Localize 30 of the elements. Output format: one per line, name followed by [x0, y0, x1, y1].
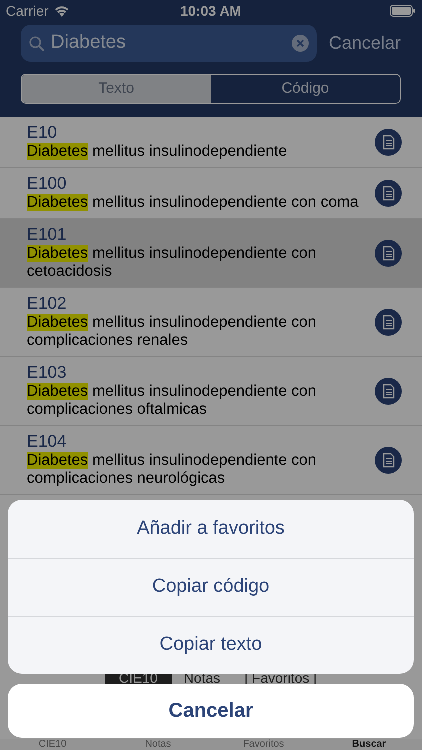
document-icon[interactable] [375, 240, 402, 266]
cancel-button[interactable]: Cancelar [328, 30, 401, 57]
result-row[interactable]: E101 Diabetes mellitus insulinodependiente con cetoacidosis [0, 219, 422, 288]
result-code: E100 [27, 174, 68, 194]
result-code: E102 [27, 294, 68, 314]
document-icon[interactable] [375, 180, 402, 206]
tab-bar-item[interactable]: Buscar [316, 739, 422, 750]
battery-icon [390, 5, 416, 17]
clock-time: 10:03 AM [180, 2, 242, 20]
cancel-button[interactable]: Cancelar [8, 684, 414, 738]
result-description: Diabetes mellitus insulinodependiente con complicaciones neurológicas [27, 452, 318, 488]
action-button[interactable]: Añadir a favoritos [8, 500, 414, 558]
result-code: E104 [27, 432, 68, 452]
document-icon[interactable] [375, 128, 402, 156]
result-description: Diabetes mellitus insulinodependiente con complicaciones renales [27, 314, 318, 350]
result-description: Diabetes mellitus insulinodependiente [27, 143, 288, 161]
result-code: E101 [27, 225, 68, 245]
document-icon[interactable] [375, 308, 402, 336]
wifi-icon [54, 5, 70, 17]
document-icon[interactable] [375, 446, 402, 474]
result-code: E10 [27, 123, 58, 143]
action-button[interactable]: Copiar texto [8, 616, 414, 674]
search-icon [29, 36, 45, 52]
result-description: Diabetes mellitus insulinodependiente con complicaciones oftalmicas [27, 383, 318, 419]
action-button[interactable]: Copiar código [8, 558, 414, 616]
result-description: Diabetes mellitus insulinodependiente con coma [27, 194, 360, 212]
result-code: E103 [27, 363, 68, 383]
carrier-label: Carrier [6, 2, 49, 20]
result-description: Diabetes mellitus insulinodependiente con cetoacidosis [27, 245, 318, 281]
document-icon[interactable] [375, 378, 402, 404]
